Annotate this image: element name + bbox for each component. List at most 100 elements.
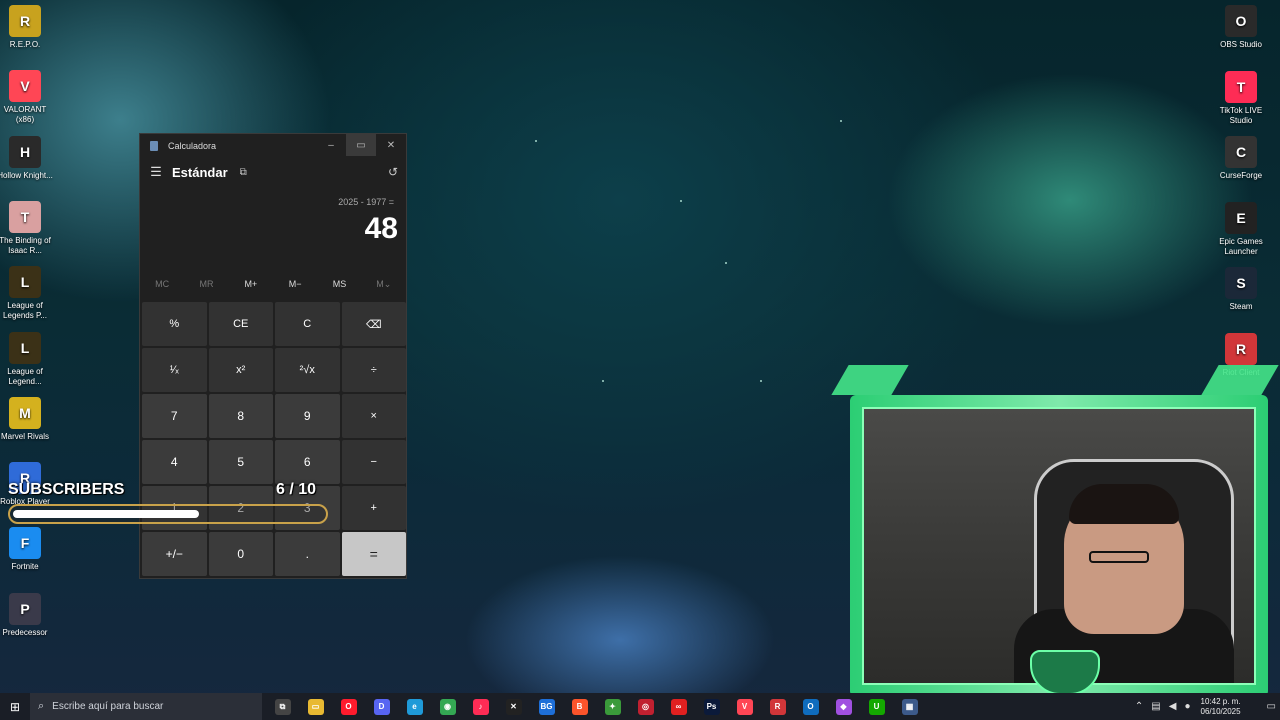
desktop-shortcut-label: VALORANT (x86) [3,105,47,125]
taskbar-app[interactable]: BG [530,693,563,720]
subscribers-label: SUBSCRIBERS [8,481,125,498]
calc-key[interactable]: C [275,302,340,346]
calc-key[interactable]: . [275,532,340,576]
taskbar-app[interactable]: ◆ [827,693,860,720]
taskbar-app[interactable]: R [761,693,794,720]
memory-button[interactable]: MC [140,279,184,290]
taskbar-app[interactable]: O [332,693,365,720]
desktop-shortcut[interactable]: H Hollow Knight... [0,135,54,181]
taskbar-app[interactable]: ▦ [893,693,926,720]
clock[interactable]: 10:42 p. m. 06/10/2025 [1201,697,1241,717]
desktop-shortcut[interactable]: L League of Legends P... [0,266,54,321]
calc-key[interactable]: = [341,532,406,576]
tiktok-icon: ♪ [472,698,489,715]
chevron-up-icon[interactable]: ⌃ [1135,701,1143,712]
taskbar-app[interactable]: ▭ [299,693,332,720]
close-button[interactable]: ✕ [376,134,406,156]
memory-button[interactable]: MS [317,279,361,290]
taskbar-app[interactable]: ✕ [497,693,530,720]
streamer-glasses [1089,551,1149,563]
brave-icon: B [571,698,588,715]
desktop-shortcut[interactable]: R R.E.P.O. [0,5,54,50]
calc-key[interactable]: 8 [208,394,273,438]
star [602,380,604,382]
taskbar-app[interactable]: ⧉ [266,693,299,720]
notification-icon[interactable]: ▭ [1267,701,1276,712]
taskbar-app[interactable]: Ps [695,693,728,720]
calc-key[interactable]: 6 [275,440,340,484]
maximize-button[interactable]: ▭ [346,134,376,156]
taskbar-app[interactable]: ∞ [662,693,695,720]
desktop-shortcut[interactable]: C CurseForge [1212,136,1270,181]
curseforge-icon: C [1225,136,1257,168]
windows-start-icon[interactable]: ⊞ [0,693,30,720]
calc-key[interactable]: 5 [208,440,273,484]
desktop-shortcut[interactable]: M Marvel Rivals [0,396,54,442]
desktop-shortcut[interactable]: S Steam [1212,267,1270,312]
calc-key[interactable]: ²√x [275,348,340,392]
desktop-shortcut[interactable]: O OBS Studio [1212,5,1270,50]
desktop-shortcut[interactable]: T The Binding of Isaac R... [0,200,54,256]
calc-key[interactable]: +/− [142,532,207,576]
desktop-shortcut[interactable]: P Predecessor [0,592,54,638]
calc-key[interactable]: CE [208,302,273,346]
calc-key[interactable]: × [341,394,406,438]
subscribers-progress-bar [8,504,328,524]
calc-key[interactable]: − [341,440,406,484]
star [840,120,842,122]
calc-key[interactable]: x² [208,348,273,392]
memory-button[interactable]: M+ [229,279,273,290]
network-icon[interactable]: ▤ [1151,701,1160,712]
hollow-knight-icon: H [9,135,41,168]
search-box[interactable]: ⌕ Escribe aquí para buscar [30,693,262,720]
hamburger-menu-icon[interactable]: ☰ [142,164,170,180]
desktop-shortcut[interactable]: L League of Legend... [0,331,54,387]
desktop-shortcut-label: CurseForge [1219,171,1263,180]
desktop-shortcut-label: League of Legend... [7,366,43,386]
calc-key[interactable]: ¹⁄ₓ [142,348,207,392]
calculator-app-icon [150,141,158,151]
taskbar-app[interactable]: D [365,693,398,720]
desktop-shortcut[interactable]: F Fortnite [0,527,54,572]
calc-key[interactable]: 4 [142,440,207,484]
taskbar-app[interactable]: ◎ [629,693,662,720]
taskbar-app[interactable]: O [794,693,827,720]
mic-icon[interactable]: ● [1184,701,1190,712]
taskbar-app[interactable]: e [398,693,431,720]
taskbar-app[interactable]: U [860,693,893,720]
desktop-shortcut-label: OBS Studio [1220,40,1262,49]
desktop-shortcut[interactable]: T TikTok LIVE Studio [1212,70,1270,126]
desktop-shortcut[interactable]: E Epic Games Launcher [1212,201,1270,257]
calc-key[interactable]: % [142,302,207,346]
calc-key[interactable]: 7 [142,394,207,438]
desktop-shortcut-label: The Binding of Isaac R... [0,235,51,255]
minimize-button[interactable]: – [316,134,346,156]
taskbar-app[interactable]: ♪ [464,693,497,720]
capcut-icon: ✕ [505,698,522,715]
taskbar-app[interactable]: V [728,693,761,720]
keep-on-top-icon[interactable]: ⧉ [240,167,247,178]
history-icon[interactable]: ↺ [388,165,398,179]
keypad: % CE C ⌫ ¹⁄ₓ x² ²√x ÷ 7 8 9 × 4 5 6−1 2 3 + +/− 0. = [142,302,406,576]
calc-key[interactable]: ÷ [341,348,406,392]
calculator-header: ☰ Estándar ⧉ ↺ [140,160,406,184]
calc-key[interactable]: + [341,486,406,530]
result-display: 48 [364,212,398,245]
calc-key[interactable]: ⌫ [341,302,406,346]
taskbar-app[interactable]: ◉ [431,693,464,720]
memory-button[interactable]: MR [184,279,228,290]
calc-key[interactable]: 0 [208,532,273,576]
taskbar-app[interactable]: B [563,693,596,720]
predecessor-icon: P [9,592,41,625]
taskbar-app[interactable]: ✦ [596,693,629,720]
memory-button[interactable]: M⌄ [362,279,406,290]
calc-key[interactable]: 9 [275,394,340,438]
memory-button[interactable]: M− [273,279,317,290]
desktop-shortcut-label: Epic Games Launcher [1219,236,1263,256]
webcam-video [862,407,1256,685]
lol-icon: L [9,331,41,364]
search-icon: ⌕ [38,700,45,712]
lol-icon: L [9,266,41,299]
volume-icon[interactable]: ◀ [1169,701,1177,712]
desktop-shortcut[interactable]: V VALORANT (x86) [0,70,54,125]
